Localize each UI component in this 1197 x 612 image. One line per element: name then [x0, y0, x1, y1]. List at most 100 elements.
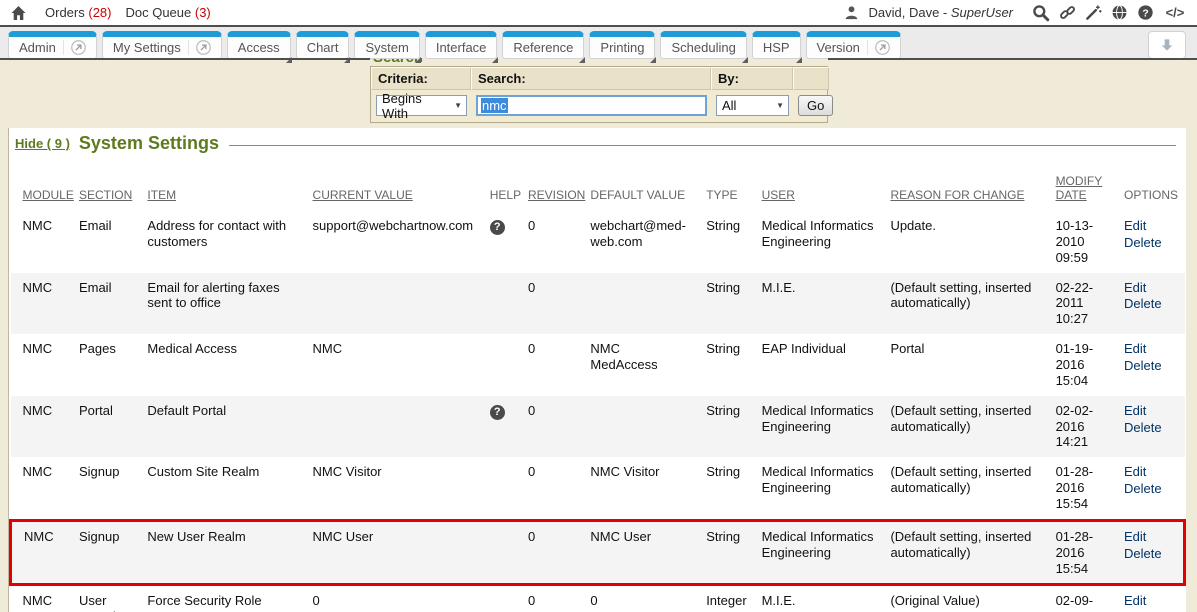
- go-button[interactable]: Go: [798, 95, 833, 116]
- arrow-down-icon: [1159, 37, 1175, 53]
- delete-link[interactable]: Delete: [1124, 358, 1176, 374]
- tab-reference[interactable]: Reference: [502, 31, 584, 59]
- by-label: By:: [711, 67, 793, 90]
- link-icon[interactable]: [1059, 4, 1076, 21]
- collapse-menu-button[interactable]: [1148, 31, 1186, 59]
- search-icon[interactable]: [1032, 4, 1050, 22]
- edit-link[interactable]: Edit: [1124, 341, 1176, 357]
- external-link-icon: [188, 40, 211, 55]
- webchart-admin-screen: Orders (28) Doc Queue (3) David, Dave - …: [0, 0, 1197, 612]
- cell-user: Medical Informatics Engineering: [762, 457, 891, 520]
- tab-admin[interactable]: Admin: [8, 31, 97, 59]
- cell-options: EditDelete: [1124, 520, 1184, 585]
- cell-item: Custom Site Realm: [147, 457, 312, 520]
- cell-current-value: NMC Visitor: [313, 457, 490, 520]
- cell-item: Force Security Role: [147, 585, 312, 612]
- svg-text:</>: </>: [1166, 5, 1185, 20]
- cell-revision: 0: [528, 273, 590, 335]
- col-header-modify-date[interactable]: MODIFY DATE: [1056, 160, 1124, 211]
- edit-link[interactable]: Edit: [1124, 464, 1176, 480]
- edit-link[interactable]: Edit: [1124, 280, 1176, 296]
- col-header-default-value: DEFAULT VALUE: [590, 160, 706, 211]
- edit-link[interactable]: Edit: [1124, 529, 1175, 545]
- orders-link[interactable]: Orders (28): [45, 5, 111, 20]
- search-input-value: nmc: [481, 98, 508, 113]
- cell-type: Integer: [706, 585, 761, 612]
- cell-help: [490, 457, 528, 520]
- cell-current-value: support@webchartnow.com: [313, 211, 490, 273]
- edit-link[interactable]: Edit: [1124, 218, 1176, 234]
- wand-icon[interactable]: [1085, 4, 1102, 21]
- tab-interface[interactable]: Interface: [425, 31, 498, 59]
- col-header-item[interactable]: ITEM: [147, 160, 312, 211]
- tabbar-divider-left: [0, 58, 370, 60]
- cell-reason-for-change: (Default setting, inserted automatically…: [890, 457, 1055, 520]
- delete-link[interactable]: Delete: [1124, 546, 1175, 562]
- external-link-icon: [867, 40, 890, 55]
- home-icon[interactable]: [10, 5, 27, 21]
- external-link-icon: [63, 40, 86, 55]
- table-row: NMCSignupCustom Site RealmNMC Visitor0NM…: [11, 457, 1185, 520]
- col-header-options: OPTIONS: [1124, 160, 1184, 211]
- tab-my-settings[interactable]: My Settings: [102, 31, 222, 59]
- col-header-section[interactable]: SECTION: [79, 160, 147, 211]
- settings-table: MODULESECTIONITEMCURRENT VALUEHELPREVISI…: [9, 160, 1186, 612]
- help-icon[interactable]: ?: [490, 220, 505, 235]
- code-icon[interactable]: </>: [1163, 5, 1187, 20]
- edit-link[interactable]: Edit: [1124, 593, 1176, 609]
- criteria-select[interactable]: Begins With▼: [376, 95, 467, 116]
- cell-user: M.I.E.: [762, 585, 891, 612]
- tab-access[interactable]: Access: [227, 31, 291, 59]
- col-header-user[interactable]: USER: [762, 160, 891, 211]
- cell-type: String: [706, 457, 761, 520]
- col-header-reason-for-change[interactable]: REASON FOR CHANGE: [890, 160, 1055, 211]
- cell-type: String: [706, 211, 761, 273]
- cell-options: EditDelete: [1124, 211, 1184, 273]
- tabbar-divider-right: [828, 58, 1197, 60]
- cell-revision: 0: [528, 520, 590, 585]
- search-input[interactable]: nmc: [476, 95, 707, 116]
- delete-link[interactable]: Delete: [1124, 235, 1176, 251]
- col-header-type: TYPE: [706, 160, 761, 211]
- table-row: NMCEmailAddress for contact with custome…: [11, 211, 1185, 273]
- cell-help: ?: [490, 211, 528, 273]
- hide-link[interactable]: Hide ( 9 ): [15, 136, 70, 151]
- cell-item: Address for contact with customers: [147, 211, 312, 273]
- search-label: Search:: [471, 67, 711, 90]
- tab-chart[interactable]: Chart: [296, 31, 350, 59]
- table-row: NMCUser SecurityForce Security Role000In…: [11, 585, 1185, 612]
- tab-system[interactable]: System: [354, 31, 419, 59]
- panel-header: Hide ( 9 ) System Settings: [9, 128, 1186, 158]
- delete-link[interactable]: Delete: [1124, 420, 1176, 436]
- table-row: NMCPagesMedical AccessNMC0NMC MedAccessS…: [11, 334, 1185, 396]
- cell-current-value: [313, 396, 490, 458]
- tab-hsp[interactable]: HSP: [752, 31, 801, 59]
- cell-reason-for-change: Portal: [890, 334, 1055, 396]
- tabbar: Admin My Settings Access Chart System In…: [0, 27, 1197, 58]
- delete-link[interactable]: Delete: [1124, 296, 1176, 312]
- by-select[interactable]: All▼: [716, 95, 789, 116]
- tab-scheduling[interactable]: Scheduling: [660, 31, 746, 59]
- cell-module: NMC: [11, 520, 79, 585]
- cell-default-value: NMC User: [590, 520, 706, 585]
- cell-module: NMC: [11, 273, 79, 335]
- col-header-revision[interactable]: REVISION: [528, 160, 590, 211]
- col-header-module[interactable]: MODULE: [11, 160, 79, 211]
- doc-queue-link[interactable]: Doc Queue (3): [125, 5, 210, 20]
- cell-user: Medical Informatics Engineering: [762, 396, 891, 458]
- cell-help: [490, 585, 528, 612]
- globe-icon[interactable]: [1111, 4, 1128, 21]
- help-icon[interactable]: ?: [490, 405, 505, 420]
- tab-printing[interactable]: Printing: [589, 31, 655, 59]
- col-header-current-value[interactable]: CURRENT VALUE: [313, 160, 490, 211]
- chevron-down-icon: ▼: [454, 101, 462, 110]
- help-icon[interactable]: ?: [1137, 4, 1154, 21]
- delete-link[interactable]: Delete: [1124, 481, 1176, 497]
- doc-queue-count: (3): [195, 5, 211, 20]
- cell-modify-date: 01-28-2016 15:54: [1056, 520, 1124, 585]
- cell-revision: 0: [528, 585, 590, 612]
- cell-type: String: [706, 273, 761, 335]
- tab-version[interactable]: Version: [806, 31, 901, 59]
- cell-item: Default Portal: [147, 396, 312, 458]
- edit-link[interactable]: Edit: [1124, 403, 1176, 419]
